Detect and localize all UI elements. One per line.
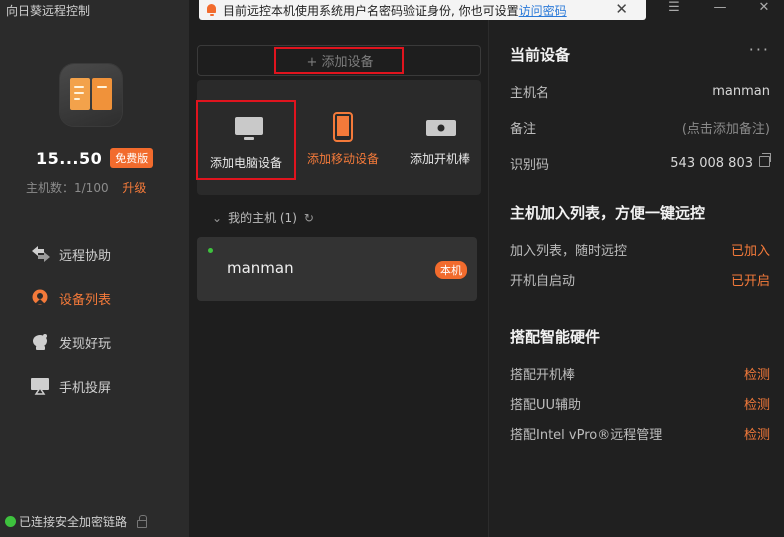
note-value[interactable]: (点击添加备注): [682, 118, 770, 137]
hostname-row: 主机名 manman: [510, 81, 770, 101]
notice-bar: 目前远控本机使用系统用户名密码验证身份, 你也可设置 访问密码 ✕: [199, 0, 646, 20]
id-row: 识别码 543 008 803: [510, 152, 771, 173]
hardware-section-title: 搭配智能硬件: [510, 328, 601, 346]
detect-button[interactable]: 检测: [744, 424, 770, 443]
hardware-row: 搭配开机棒 检测: [510, 363, 770, 383]
minimize-button[interactable]: —: [706, 0, 734, 18]
mobile-icon: [333, 112, 353, 142]
hardware-label: 搭配开机棒: [510, 367, 576, 383]
id-label: 识别码: [510, 157, 550, 173]
auto-start-label: 开机自启动: [510, 273, 576, 289]
refresh-icon[interactable]: ↻: [304, 211, 314, 225]
access-password-link[interactable]: 访问密码: [519, 2, 567, 19]
tile-label: 添加移动设备: [306, 152, 379, 166]
menu-button[interactable]: ☰: [660, 0, 688, 18]
device-detail-panel: 当前设备 ··· 主机名 manman 备注 (点击添加备注) 识别码 543 …: [488, 0, 784, 537]
user-row: 15...50 免费版: [36, 148, 154, 168]
add-device-button[interactable]: + 添加设备: [197, 45, 481, 76]
hardware-label: 搭配UU辅助: [510, 397, 582, 413]
user-id: 15...50: [36, 148, 103, 168]
sidebar-nav: 远程协助 设备列表 发现好玩 手机投屏: [30, 232, 111, 408]
window-close-button[interactable]: ✕: [750, 0, 778, 18]
note-label: 备注: [510, 121, 537, 137]
host-count-row: 主机数：1/100 升级: [26, 179, 146, 196]
upgrade-link[interactable]: 升级: [122, 181, 146, 195]
local-badge: 本机: [435, 261, 467, 279]
sidebar-item-remote-assist[interactable]: 远程协助: [30, 232, 111, 276]
add-computer-tile[interactable]: 添加电脑设备: [196, 100, 296, 180]
sidebar-item-cast-screen[interactable]: 手机投屏: [30, 364, 111, 408]
id-value: 543 008 803: [670, 155, 753, 171]
add-power-stick-tile[interactable]: 添加开机棒: [390, 98, 490, 180]
add-device-panel: 添加电脑设备 添加移动设备 添加开机棒: [196, 80, 481, 195]
join-list-status[interactable]: 已加入: [731, 240, 770, 259]
auto-start-status[interactable]: 已开启: [731, 270, 770, 289]
host-count: 主机数：1/100: [26, 181, 109, 195]
connection-status: 已连接安全加密链路: [5, 513, 148, 530]
device-list-icon: [30, 289, 52, 307]
plan-badge[interactable]: 免费版: [110, 148, 154, 168]
discover-icon: [30, 333, 52, 351]
hostname-label: 主机名: [510, 85, 550, 101]
bell-icon: [205, 3, 219, 17]
id-value-wrap: 543 008 803: [670, 152, 771, 171]
more-options-icon[interactable]: ···: [749, 40, 770, 59]
sidebar-item-label: 远程协助: [59, 248, 112, 264]
cast-screen-icon: [30, 377, 52, 395]
notice-text: 目前远控本机使用系统用户名密码验证身份, 你也可设置: [223, 3, 519, 18]
power-stick-icon: [426, 120, 456, 136]
device-panel: 目前远控本机使用系统用户名密码验证身份, 你也可设置 访问密码 ✕ + 添加设备…: [189, 0, 646, 537]
join-list-row: 加入列表，随时远控 已加入: [510, 239, 770, 259]
hardware-row: 搭配UU辅助 检测: [510, 393, 770, 413]
avatar[interactable]: [60, 64, 122, 126]
auto-start-row: 开机自启动 已开启: [510, 269, 770, 289]
device-name: manman: [227, 259, 294, 277]
detect-button[interactable]: 检测: [744, 364, 770, 383]
tile-label: 添加开机棒: [409, 152, 470, 166]
list-section-title: 主机加入列表，方便一键远控: [510, 204, 706, 222]
my-hosts-group[interactable]: ⌄ 我的主机 (1) ↻: [212, 209, 314, 226]
connection-text: 已连接安全加密链路: [19, 515, 128, 529]
device-card[interactable]: manman 本机: [197, 237, 477, 301]
online-dot-icon: [208, 248, 213, 253]
app-title: 向日葵远程控制: [6, 4, 91, 18]
book-icon: [70, 78, 112, 112]
sidebar-item-label: 手机投屏: [59, 380, 112, 396]
tile-label: 添加电脑设备: [209, 156, 282, 170]
hostname-value: manman: [712, 83, 770, 99]
copy-icon[interactable]: [759, 152, 771, 167]
sidebar-item-device-list[interactable]: 设备列表: [30, 276, 111, 320]
add-mobile-tile[interactable]: 添加移动设备: [293, 98, 393, 180]
sidebar-item-label: 发现好玩: [59, 336, 112, 352]
current-device-title: 当前设备: [510, 46, 571, 64]
sidebar-item-label: 设备列表: [59, 292, 112, 308]
computer-icon: [235, 117, 263, 140]
sidebar-item-discover[interactable]: 发现好玩: [30, 320, 111, 364]
group-label: 我的主机 (1): [228, 211, 297, 225]
lock-icon: [137, 514, 148, 528]
sidebar: 向日葵远程控制 15...50 免费版 主机数：1/100 升级 远程协助 设备…: [0, 0, 189, 537]
status-dot-icon: [5, 516, 16, 527]
remote-assist-icon: [30, 245, 52, 263]
join-list-label: 加入列表，随时远控: [510, 243, 628, 259]
detect-button[interactable]: 检测: [744, 394, 770, 413]
note-row[interactable]: 备注 (点击添加备注): [510, 117, 770, 137]
chevron-down-icon: ⌄: [212, 210, 223, 225]
hardware-row: 搭配Intel vPro®远程管理 检测: [510, 423, 770, 443]
add-device-label: + 添加设备: [274, 47, 404, 74]
hardware-label: 搭配Intel vPro®远程管理: [510, 427, 663, 443]
notice-close-button[interactable]: ✕: [615, 0, 628, 18]
